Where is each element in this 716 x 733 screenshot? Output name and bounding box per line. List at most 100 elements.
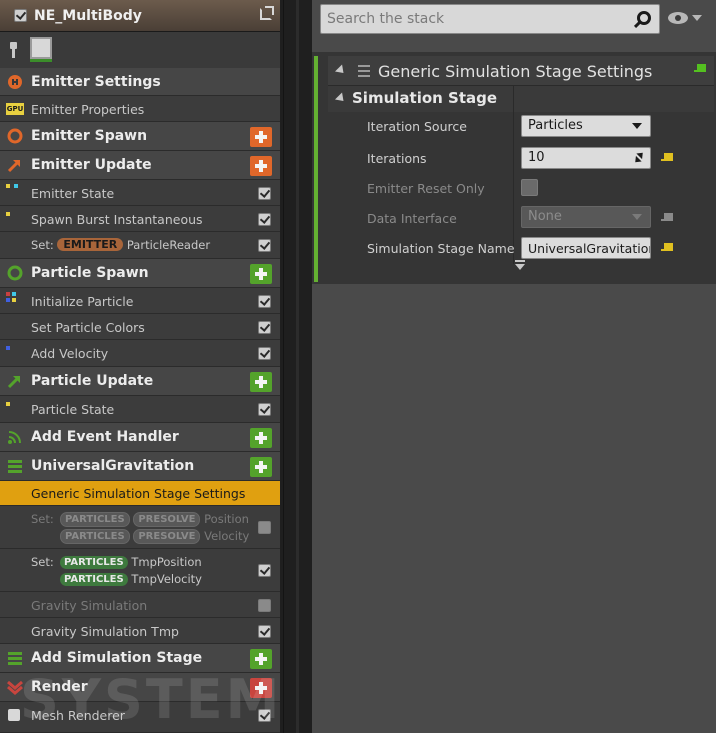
namespace-pill: PARTICLES [60,573,128,586]
search-icon[interactable] [637,11,651,25]
collapse-arrow-icon[interactable] [334,64,348,77]
item-label: Gravity Simulation Tmp [31,624,179,639]
add-module-button[interactable] [250,457,272,477]
stack-item-initialize-particle[interactable]: Initialize Particle [0,288,280,314]
emitter-thumbnail-icon[interactable] [30,37,52,59]
stack-item-set-emitter[interactable]: Set: EMITTER ParticleReader [0,232,280,259]
module-color-icon [6,184,22,192]
chevron-down-icon[interactable] [692,15,702,21]
stack-group-add-simulation-stage[interactable]: Add Simulation Stage [0,644,280,673]
parameter-name: Velocity [204,529,250,543]
collapse-arrow-icon[interactable] [334,92,348,105]
emitter-title: NE_MultiBody [34,8,142,24]
module-enabled-checkbox[interactable] [258,625,271,638]
item-label: Spawn Burst Instantaneous [31,212,203,227]
module-enabled-checkbox[interactable] [258,295,271,308]
emitter-enabled-checkbox[interactable] [14,9,27,22]
set-parameter-line: PARTICLES PRESOLVE Position [60,512,249,527]
module-color-icon [6,400,22,408]
set-prefix: Set: [31,512,54,526]
module-enabled-checkbox[interactable] [258,403,271,416]
group-label: Add Event Handler [31,429,179,445]
item-label: Particle State [31,402,115,417]
stack-item-mesh-renderer[interactable]: Mesh Renderer [0,702,280,733]
stack-search-box[interactable] [320,4,660,34]
dropdown-value: Particles [528,118,583,133]
visibility-eye-icon[interactable] [668,12,688,24]
add-event-handler-button[interactable] [250,428,272,448]
particle-update-icon [7,373,23,389]
card-header[interactable]: Generic Simulation Stage Settings [328,56,714,86]
module-enabled-checkbox[interactable] [258,599,271,612]
stack-item-gravity-simulation[interactable]: Gravity Simulation [0,592,280,618]
add-renderer-button[interactable] [250,678,272,698]
render-icon [7,679,23,695]
stack-group-emitter-spawn[interactable]: Emitter Spawn [0,122,280,151]
stack-item-particle-state[interactable]: Particle State [0,396,280,423]
emitter-settings-icon [7,74,23,90]
module-enabled-checkbox[interactable] [258,347,271,360]
add-simulation-stage-button[interactable] [250,649,272,669]
module-enabled-checkbox[interactable] [258,321,271,334]
group-label: Add Simulation Stage [31,650,203,666]
group-label: Render [31,679,88,695]
stack-item-emitter-state[interactable]: Emitter State [0,180,280,206]
stack-group-particle-update[interactable]: Particle Update [0,367,280,396]
drag-spin-icon[interactable] [634,152,644,164]
search-input[interactable] [327,11,627,27]
event-handler-icon [7,429,23,445]
stack-item-spawn-burst[interactable]: Spawn Burst Instantaneous [0,206,280,232]
pin-icon[interactable] [8,42,18,58]
reset-to-default-icon[interactable] [661,213,673,221]
prop-label-simulation-stage-name: Simulation Stage Name [367,241,515,256]
add-module-button[interactable] [250,372,272,392]
add-module-button[interactable] [250,127,272,147]
stack-item-set-particle-colors[interactable]: Set Particle Colors [0,314,280,340]
module-color-icon [6,210,22,218]
reset-to-default-icon[interactable] [661,243,673,251]
stack-item-emitter-properties[interactable]: GPU Emitter Properties [0,96,280,122]
simulation-stage-name-field[interactable]: UniversalGravitation [521,237,651,259]
namespace-pill: EMITTER [57,238,124,251]
group-label: UniversalGravitation [31,458,195,474]
stack-group-universal-gravitation[interactable]: UniversalGravitation [0,452,280,481]
panel-splitter[interactable] [280,0,312,733]
reset-to-default-icon[interactable] [694,64,706,72]
iteration-source-dropdown[interactable]: Particles [521,115,651,137]
reset-to-default-icon[interactable] [661,153,673,161]
module-enabled-checkbox[interactable] [258,564,271,577]
stack-item-set-tmp[interactable]: Set: PARTICLES TmpPosition PARTICLES Tmp… [0,549,280,592]
stack-item-generic-simulation-stage-settings[interactable]: Generic Simulation Stage Settings [0,481,280,506]
emitter-reset-only-checkbox[interactable] [521,179,538,196]
column-splitter[interactable] [513,86,514,264]
module-enabled-checkbox[interactable] [258,239,271,252]
set-prefix: Set: [31,238,54,252]
spinbox-value: 10 [528,150,545,165]
module-enabled-checkbox[interactable] [258,213,271,226]
popout-icon[interactable] [260,6,274,20]
emitter-spawn-icon [7,128,23,144]
section-header-simulation-stage[interactable]: Simulation Stage [328,86,714,112]
module-enabled-checkbox[interactable] [258,187,271,200]
stack-item-set-presolve[interactable]: Set: PARTICLES PRESOLVE Position PARTICL… [0,506,280,549]
stack-group-add-event-handler[interactable]: Add Event Handler [0,423,280,452]
selection-details-panel: Generic Simulation Stage Settings Simula… [312,0,716,733]
set-parameter-line: PARTICLES TmpPosition [60,555,202,569]
data-interface-dropdown[interactable]: None [521,206,651,228]
stack-group-emitter-settings[interactable]: Emitter Settings [0,68,280,96]
add-module-button[interactable] [250,156,272,176]
show-advanced-arrow-icon[interactable] [515,260,525,270]
set-parameter-line: PARTICLES PRESOLVE Velocity [60,529,249,544]
iterations-spinbox[interactable]: 10 [521,147,651,169]
group-label: Emitter Spawn [31,128,148,144]
namespace-pill: PRESOLVE [133,529,201,544]
stack-item-add-velocity[interactable]: Add Velocity [0,340,280,367]
item-label: Add Velocity [31,346,109,361]
stack-group-particle-spawn[interactable]: Particle Spawn [0,259,280,288]
stack-group-emitter-update[interactable]: Emitter Update [0,151,280,180]
module-enabled-checkbox[interactable] [258,709,271,722]
module-enabled-checkbox[interactable] [258,521,271,534]
stack-group-render[interactable]: Render [0,673,280,702]
add-module-button[interactable] [250,264,272,284]
stack-item-gravity-simulation-tmp[interactable]: Gravity Simulation Tmp [0,618,280,644]
